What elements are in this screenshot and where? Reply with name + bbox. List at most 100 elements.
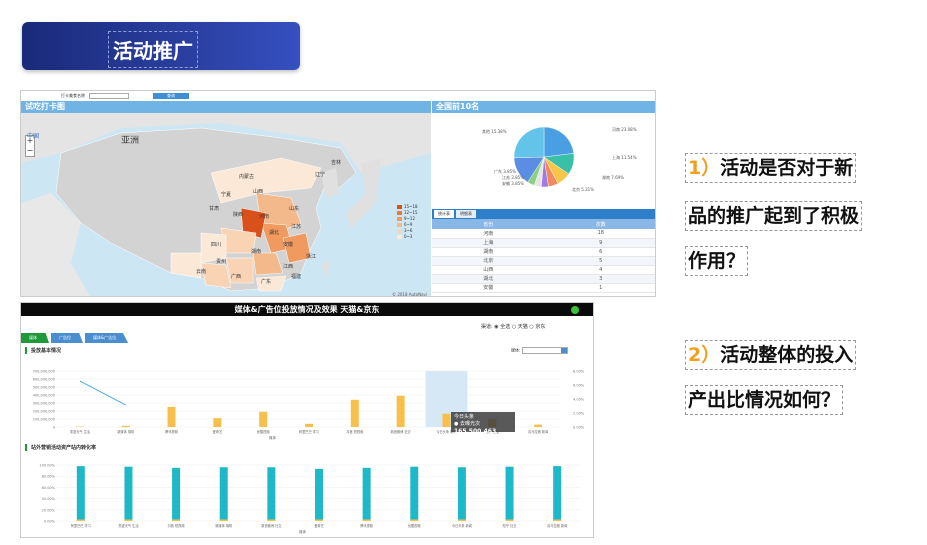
pie-label: 江苏 3.85%: [502, 174, 524, 180]
legend-label: 0~3: [404, 234, 413, 239]
top10-title: 全国前10名: [432, 101, 655, 113]
tab-detail[interactable]: 明细表: [456, 210, 476, 218]
ratio-line: [79, 380, 126, 406]
x-tick-label: 阿里巴巴 学习: [299, 429, 319, 434]
province-label: 福建: [291, 274, 302, 280]
conversion-bar-chart[interactable]: 100.00% 80.00% 60.00% 40.00% 20.00% 0.00% 阿里巴巴…: [21, 455, 594, 535]
legend-label: 9~12: [404, 216, 415, 221]
y-tick-label: 40.00%: [42, 497, 56, 501]
table-row[interactable]: 湖南 6: [432, 247, 655, 257]
y-tick-label: 20.00%: [42, 508, 56, 512]
table-row[interactable]: 湖北 3: [432, 274, 655, 284]
pie-label: 河南 23.08%: [612, 126, 637, 132]
table-row[interactable]: 河南 18: [432, 229, 655, 239]
page-title: 活动推广: [108, 31, 198, 68]
province-label: 内蒙古: [239, 174, 255, 180]
table-cell: 1: [544, 283, 655, 293]
legend-item: 0~3: [397, 234, 418, 240]
bar-base: [219, 519, 228, 521]
table-cell: 河南: [432, 229, 545, 239]
channel-label: 渠道:: [481, 324, 493, 330]
channel-option[interactable]: 天猫: [518, 324, 528, 330]
bar: [213, 418, 222, 427]
bar: [305, 423, 313, 427]
x-axis-title: 媒体: [299, 529, 307, 534]
bar: [219, 467, 228, 521]
y2-tick-label: 6.00%: [573, 384, 585, 388]
y-tick-label: 100.00%: [39, 464, 55, 468]
legend-swatch: [397, 211, 402, 215]
pie-label: 上海 11.54%: [612, 154, 637, 160]
view-tabs: 媒体 广告位 媒体&广告位: [21, 333, 130, 343]
section-title-basic: 投放基本情况: [25, 347, 61, 354]
tooltip-title: 今日头条: [454, 414, 475, 420]
question-1-number: 1）: [688, 157, 721, 179]
chart-tooltip: 今日头条 ● 去曝光次 165,500,463: [451, 412, 515, 435]
table-cell: 湖南: [432, 247, 545, 257]
table-row[interactable]: 安徽 1: [432, 283, 655, 293]
media-filter-label: 媒体:: [511, 347, 521, 353]
media-ad-dashboard-screenshot: 媒体&广告位投放情况及效果 天猫&京东 渠道: ◉ 全选 ○ 天猫 ○ 京东 媒…: [20, 302, 594, 538]
bar: [172, 467, 181, 521]
table-cell: 5: [544, 256, 655, 266]
media-filter[interactable]: 媒体:: [511, 347, 568, 354]
province-label: 甘肃: [209, 206, 220, 212]
channel-filter[interactable]: 渠道: ◉ 全选 ○ 天猫 ○ 京东: [481, 323, 545, 330]
bar: [267, 467, 276, 521]
media-select[interactable]: [521, 347, 568, 354]
y2-tick-label: 8.00%: [573, 370, 585, 374]
channel-option[interactable]: 全选: [500, 324, 510, 330]
x-tick-label: 腾讯视频: [360, 523, 374, 528]
filter-input[interactable]: [89, 93, 129, 99]
question-2-line-1: 2）活动整体的投入: [685, 340, 857, 370]
x-tick-label: 喜马拉雅 新闻: [547, 523, 567, 528]
tab-media[interactable]: 媒体: [21, 333, 49, 343]
pie-label: 湖南 7.69%: [602, 174, 624, 180]
bar-base: [410, 519, 419, 521]
province-label: 贵州: [216, 259, 227, 265]
y-tick-label: 700,000,000: [33, 370, 55, 374]
channel-option[interactable]: 京东: [535, 324, 545, 330]
y-tick-label: 200,000,000: [33, 410, 55, 414]
bar: [121, 425, 130, 427]
x-tick-label: 爱奇艺: [213, 429, 223, 434]
question-1-line-3: 作用？: [685, 246, 749, 276]
table-row[interactable]: 北京 5: [432, 256, 655, 266]
bar-base: [76, 519, 85, 521]
section-title-conversion: 站外营销活动资产站内转化率: [25, 444, 96, 451]
y-tick-label: 300,000,000: [33, 402, 55, 406]
province-label: 湖北: [269, 230, 280, 236]
map-legend: 15~18 12~15 9~12 6~9 3~6 0~3: [397, 204, 418, 240]
bar: [362, 467, 371, 521]
table-row[interactable]: 山西 4: [432, 265, 655, 275]
province-pie-chart[interactable]: 河南 23.08% 上海 11.54% 湖南 7.69% 北京 5.31% 安徽 3.8…: [432, 113, 656, 197]
map-region-label: 中国: [27, 133, 40, 140]
table-cell: 9: [544, 238, 655, 248]
y-tick-label: 0.00%: [44, 520, 56, 524]
legend-label: 3~6: [404, 228, 413, 233]
query-button[interactable]: 查询: [153, 93, 189, 99]
title-banner: 活动推广: [22, 22, 300, 70]
tab-media-ad-slot[interactable]: 媒体&广告位: [85, 333, 129, 343]
table-tabs: 统计表 明细表: [432, 209, 655, 219]
x-tick-label: 新媒体 咖啡: [117, 429, 135, 434]
legend-swatch: [397, 235, 402, 239]
table-row[interactable]: 上海 9: [432, 238, 655, 248]
province-label: 湖南: [251, 249, 262, 255]
question-2-number: 2）: [688, 344, 721, 366]
x-tick-label: 抖音 短视频: [346, 429, 364, 434]
china-map[interactable]: [21, 113, 431, 297]
info-icon[interactable]: [571, 306, 579, 314]
bar: [553, 466, 562, 521]
province-label: 浙江: [306, 254, 317, 260]
tab-summary[interactable]: 统计表: [434, 210, 454, 218]
x-axis-title: 媒体: [269, 435, 277, 440]
x-tick-label: 新浪微博 社交: [261, 523, 282, 528]
question-2-line-2: 产出比情况如何？: [685, 385, 844, 415]
tab-ad-slot[interactable]: 广告位: [51, 333, 83, 343]
pie-label: 安徽 3.85%: [502, 180, 524, 186]
map-title: 试吃打卡图: [21, 101, 431, 113]
table-cell: 4: [544, 265, 655, 275]
x-tick-label: 优酷视频: [408, 523, 422, 528]
province-label: 河南: [259, 214, 270, 220]
